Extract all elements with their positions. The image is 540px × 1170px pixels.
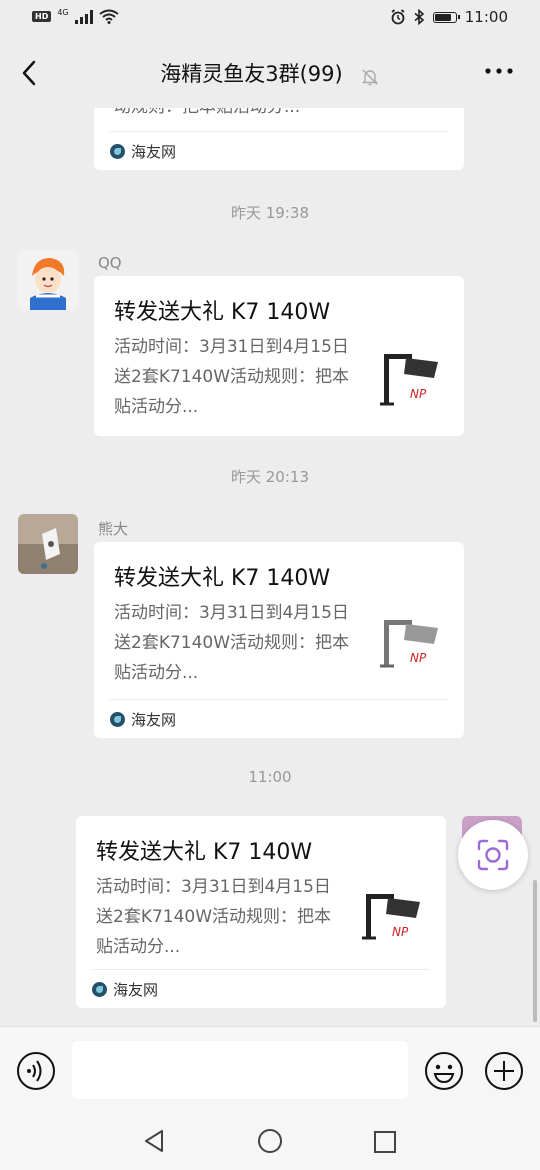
haiyou-logo-icon <box>110 143 125 159</box>
card-source: 海友网 <box>110 131 448 170</box>
sender-name: 熊大 <box>98 520 129 538</box>
status-bar: HD 4G 11:00 <box>0 0 540 38</box>
timestamp: 昨天 19:38 <box>231 204 309 222</box>
svg-text:NP: NP <box>410 651 427 665</box>
status-left: HD 4G <box>32 8 119 24</box>
chat-title: 海精灵鱼友3群(99) <box>160 62 343 86</box>
hd-badge: HD <box>32 11 52 22</box>
message-card-partial[interactable]: 动规则：把本贴活动分... 海友网 <box>94 108 464 170</box>
network-label: 4G <box>57 8 69 17</box>
floating-lens-button[interactable] <box>458 820 528 890</box>
source-label: 海友网 <box>131 142 177 161</box>
more-options-icon[interactable] <box>484 66 514 76</box>
card-source: 海友网 <box>110 699 448 738</box>
svg-text:NP: NP <box>392 925 409 939</box>
scrollbar[interactable] <box>533 880 537 1022</box>
sender-name: QQ <box>98 254 122 272</box>
chat-header: 海精灵鱼友3群(99) <box>0 38 540 110</box>
nav-back-icon[interactable] <box>142 1128 168 1154</box>
alarm-icon <box>391 9 405 25</box>
avatar-image <box>18 514 78 574</box>
avatar[interactable] <box>18 250 78 310</box>
product-thumbnail: NP <box>380 620 438 668</box>
input-bar <box>0 1026 540 1113</box>
avatar[interactable] <box>18 514 78 574</box>
battery-icon <box>432 11 460 23</box>
signal-icon <box>74 9 93 24</box>
card-source: 海友网 <box>92 969 430 1008</box>
message-card[interactable]: 转发送大礼 K7 140W 活动时间：3月31日到4月15日送2套K7140W活… <box>94 542 464 738</box>
message-card-self[interactable]: 转发送大礼 K7 140W 活动时间：3月31日到4月15日送2套K7140W活… <box>76 816 446 1008</box>
card-title: 转发送大礼 K7 140W <box>114 300 331 325</box>
title-wrap: 海精灵鱼友3群(99) <box>0 58 540 88</box>
source-label: 海友网 <box>113 980 159 999</box>
product-thumbnail: NP <box>380 354 438 406</box>
source-label: 海友网 <box>131 710 177 729</box>
plus-button[interactable] <box>484 1051 524 1091</box>
timestamp: 昨天 20:13 <box>231 468 309 486</box>
card-title: 转发送大礼 K7 140W <box>114 566 331 591</box>
message-input[interactable] <box>72 1041 408 1099</box>
card-desc: 活动时间：3月31日到4月15日送2套K7140W活动规则：把本贴活动分... <box>114 337 350 417</box>
voice-button[interactable] <box>16 1051 56 1091</box>
card-title: 转发送大礼 K7 140W <box>96 840 313 865</box>
timestamp: 11:00 <box>248 768 292 786</box>
svg-text:NP: NP <box>410 387 427 401</box>
haiyou-logo-icon <box>110 711 125 727</box>
status-right: 11:00 <box>390 8 508 26</box>
nav-recents-icon[interactable] <box>373 1130 397 1154</box>
bluetooth-icon <box>414 9 425 25</box>
card-desc: 活动时间：3月31日到4月15日送2套K7140W活动规则：把本贴活动分... <box>96 877 332 957</box>
product-thumbnail: NP <box>362 894 420 940</box>
chat-area[interactable]: 动规则：把本贴活动分... 海友网 昨天 19:38 QQ 转发送大礼 K7 1… <box>0 108 540 1026</box>
haiyou-logo-icon <box>92 981 107 997</box>
message-card[interactable]: 转发送大礼 K7 140W 活动时间：3月31日到4月15日送2套K7140W活… <box>94 276 464 436</box>
emoji-button[interactable] <box>424 1051 464 1091</box>
clock: 11:00 <box>464 8 508 26</box>
card-desc: 动规则：把本贴活动分... <box>114 108 374 122</box>
lens-icon <box>477 839 509 871</box>
mute-bell-icon <box>361 69 378 85</box>
avatar-image <box>18 250 78 310</box>
card-desc: 活动时间：3月31日到4月15日送2套K7140W活动规则：把本贴活动分... <box>114 603 350 683</box>
nav-home-icon[interactable] <box>257 1128 283 1154</box>
wifi-icon <box>99 9 119 24</box>
system-nav-bar <box>0 1112 540 1170</box>
